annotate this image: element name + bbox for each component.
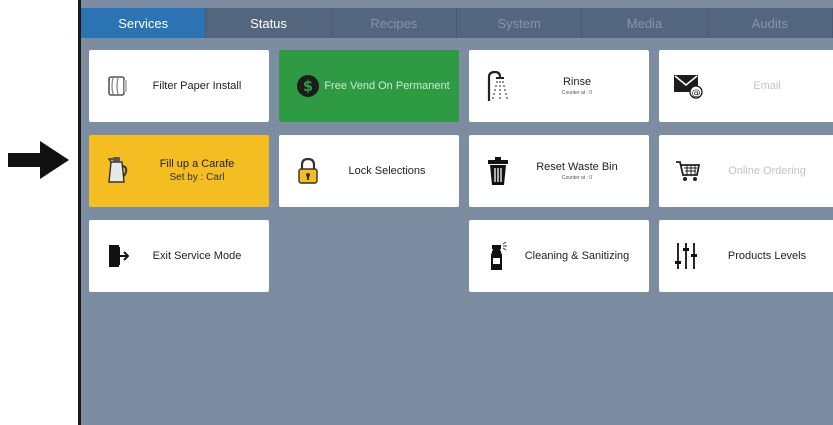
tile-label: Fill up a Carafe (159, 158, 235, 170)
level-sliders-icon (673, 239, 703, 273)
reset-waste-bin-button[interactable]: Reset Waste Bin Counter at : 0 (469, 135, 649, 207)
fill-carafe-button[interactable]: Fill up a Carafe Set by : Carl (89, 135, 269, 207)
tile-label-group: Rinse Counter at : 0 (513, 75, 649, 97)
tile-label: Filter Paper Install (152, 80, 242, 92)
tile-label: Exit Service Mode (152, 250, 242, 262)
dollar-coin-icon: $ (293, 69, 323, 103)
pointer-arrow-icon (8, 141, 69, 179)
online-ordering-button[interactable]: Online Ordering (659, 135, 833, 207)
tile-label-group: Fill up a Carafe Set by : Carl (133, 157, 269, 185)
trash-bin-icon (483, 154, 513, 188)
tile-label-group: Reset Waste Bin Counter at : 0 (513, 160, 649, 182)
tab-bar: Services Status Recipes System Media Aud… (81, 8, 833, 38)
exit-door-icon (103, 239, 133, 273)
exit-service-mode-button[interactable]: Exit Service Mode (89, 220, 269, 292)
filter-paper-icon (103, 69, 133, 103)
tab-services[interactable]: Services (81, 8, 207, 38)
tab-recipes[interactable]: Recipes (332, 8, 457, 38)
tile-label: Reset Waste Bin (536, 161, 618, 173)
waste-counter: Counter at : 0 (561, 175, 593, 181)
spray-bottle-icon (483, 239, 513, 273)
filter-paper-install-button[interactable]: Filter Paper Install (89, 50, 269, 122)
carafe-icon (103, 154, 133, 188)
free-vend-button[interactable]: $ Free Vend On Permanent (279, 50, 459, 122)
lock-selections-button[interactable]: Lock Selections (279, 135, 459, 207)
tile-label: Email (753, 80, 781, 92)
tab-system[interactable]: System (457, 8, 583, 38)
tile-label: Cleaning & Sanitizing (524, 250, 630, 262)
tab-media[interactable]: Media (582, 8, 708, 38)
tile-label: Online Ordering (728, 165, 806, 177)
tile-label: Lock Selections (348, 165, 426, 177)
products-levels-button[interactable]: Products Levels (659, 220, 833, 292)
tile-label: Products Levels (727, 250, 807, 262)
email-button[interactable]: @ Email (659, 50, 833, 122)
tab-status[interactable]: Status (206, 8, 332, 38)
tile-label: Rinse (562, 76, 592, 88)
shower-icon (483, 69, 513, 103)
cleaning-sanitizing-button[interactable]: Cleaning & Sanitizing (469, 220, 649, 292)
email-icon: @ (673, 69, 703, 103)
tab-audits[interactable]: Audits (708, 8, 833, 38)
rinse-counter: Counter at : 0 (561, 90, 593, 96)
svg-text:$: $ (303, 77, 313, 95)
svg-text:@: @ (692, 89, 701, 99)
tile-label: Free Vend On Permanent (324, 80, 450, 92)
carafe-set-by: Set by : Carl (169, 172, 225, 183)
shopping-cart-icon (673, 154, 703, 188)
service-screen: Services Status Recipes System Media Aud… (78, 0, 833, 425)
rinse-button[interactable]: Rinse Counter at : 0 (469, 50, 649, 122)
padlock-icon (293, 154, 323, 188)
